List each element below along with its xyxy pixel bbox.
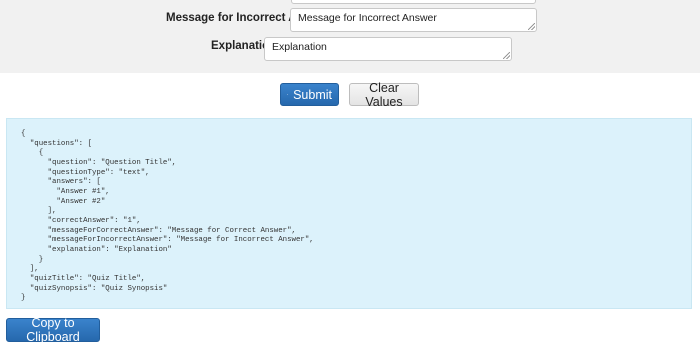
previous-textarea-edge[interactable] <box>291 0 536 4</box>
explanation-input[interactable]: Explanation <box>264 37 512 61</box>
resize-grip-icon[interactable] <box>528 23 535 30</box>
json-output-panel: { "questions": [ { "question": "Question… <box>6 118 692 309</box>
json-output-text: { "questions": [ { "question": "Question… <box>21 130 314 303</box>
resize-grip-icon[interactable] <box>503 52 510 59</box>
submit-label: Submit <box>293 87 332 102</box>
incorrect-message-value: Message for Incorrect Answer <box>298 12 437 24</box>
clear-values-label: Clear Values <box>365 80 403 109</box>
submit-button[interactable]: Submit <box>280 83 339 106</box>
clear-values-button[interactable]: Clear Values <box>349 80 419 109</box>
explanation-value: Explanation <box>272 41 327 53</box>
copy-to-clipboard-label: Copy to Clipboard <box>26 316 80 344</box>
incorrect-message-input[interactable]: Message for Incorrect Answer <box>290 8 537 32</box>
quiz-form: Message for Incorrect Answer Message for… <box>0 0 700 73</box>
paper-plane-icon <box>287 93 289 95</box>
copy-to-clipboard-button[interactable]: Copy to Clipboard <box>6 316 100 344</box>
